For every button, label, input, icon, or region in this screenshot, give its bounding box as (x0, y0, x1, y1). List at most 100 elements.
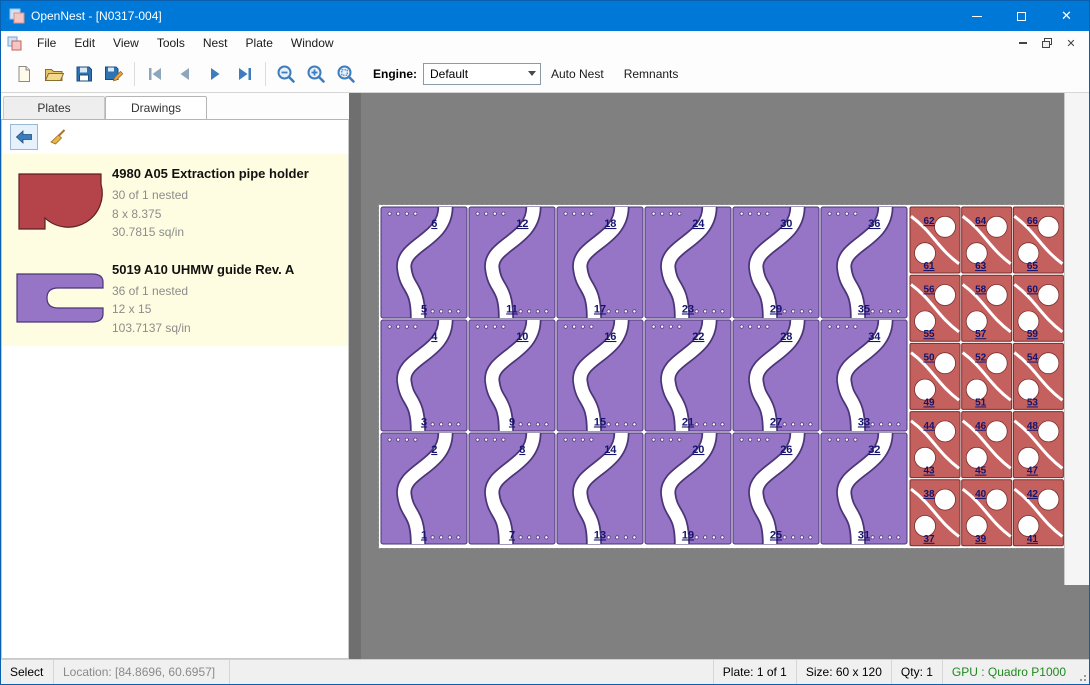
nested-part-pair-purple[interactable]: 3433 (821, 320, 907, 431)
svg-text:62: 62 (923, 216, 935, 227)
maximize-icon (1017, 12, 1026, 21)
nested-part-pair-red[interactable]: 6059 (1013, 275, 1063, 341)
nested-part-pair-purple[interactable]: 2625 (733, 433, 819, 544)
status-separator (229, 660, 230, 684)
plate[interactable]: 6512111817242330293635431091615222128273… (379, 205, 1065, 548)
svg-text:44: 44 (923, 421, 935, 432)
close-button[interactable]: ✕ (1044, 1, 1089, 31)
nested-part-pair-purple[interactable]: 2221 (645, 320, 731, 431)
send-to-plate-button[interactable] (10, 124, 38, 150)
engine-dropdown[interactable]: Default (423, 63, 541, 85)
save-button[interactable] (69, 59, 99, 89)
nested-part-pair-purple[interactable]: 1615 (557, 320, 643, 431)
drawing-item-uhmw-guide[interactable]: 5019 A10 UHMW guide Rev. A 36 of 1 neste… (2, 250, 348, 346)
auto-nest-button[interactable]: Auto Nest (541, 61, 614, 87)
zoom-out-button[interactable] (271, 59, 301, 89)
app-icon (9, 8, 25, 24)
nested-part-pair-red[interactable]: 5857 (962, 275, 1012, 341)
nested-part-pair-purple[interactable]: 21 (381, 433, 467, 544)
svg-text:63: 63 (975, 261, 987, 272)
svg-text:37: 37 (923, 534, 935, 545)
nested-part-pair-purple[interactable]: 65 (381, 207, 467, 318)
nested-parts-layout[interactable]: 6512111817242330293635431091615222128273… (379, 205, 1065, 548)
svg-text:59: 59 (1027, 329, 1039, 340)
nested-part-pair-red[interactable]: 5453 (1013, 343, 1063, 409)
nested-part-pair-red[interactable]: 4241 (1013, 480, 1063, 546)
nested-part-pair-purple[interactable]: 1211 (469, 207, 555, 318)
menu-window[interactable]: Window (282, 33, 343, 53)
zoom-window-button[interactable] (331, 59, 361, 89)
svg-text:55: 55 (923, 329, 935, 340)
drawing-list: 4980 A05 Extraction pipe holder 30 of 1 … (2, 154, 348, 346)
panel-splitter[interactable] (349, 93, 361, 659)
nested-part-pair-red[interactable]: 4847 (1013, 412, 1063, 478)
svg-text:66: 66 (1027, 216, 1039, 227)
nest-canvas[interactable]: 6512111817242330293635431091615222128273… (361, 93, 1089, 659)
content-area: Plates Drawings (1, 93, 1089, 659)
svg-text:14: 14 (604, 444, 617, 456)
drawing-size: 12 x 15 (112, 300, 342, 319)
mdi-close-button[interactable]: ✕ (1059, 33, 1083, 53)
mdi-controls: ✕ (1011, 33, 1089, 53)
menu-edit[interactable]: Edit (65, 33, 104, 53)
drawing-thumbnail (8, 162, 112, 242)
remnants-button[interactable]: Remnants (614, 61, 689, 87)
nested-part-pair-purple[interactable]: 1817 (557, 207, 643, 318)
nested-part-pair-red[interactable]: 4039 (962, 480, 1012, 546)
nav-last-button[interactable] (230, 59, 260, 89)
menu-nest[interactable]: Nest (194, 33, 237, 53)
tab-drawings[interactable]: Drawings (105, 96, 207, 119)
svg-text:46: 46 (975, 421, 987, 432)
nested-part-pair-red[interactable]: 6463 (962, 207, 1012, 273)
nested-part-pair-purple[interactable]: 3029 (733, 207, 819, 318)
nested-part-pair-purple[interactable]: 3635 (821, 207, 907, 318)
svg-text:3: 3 (421, 416, 427, 428)
nested-part-pair-purple[interactable]: 2827 (733, 320, 819, 431)
nested-part-pair-red[interactable]: 4443 (910, 412, 960, 478)
nested-part-pair-purple[interactable]: 1413 (557, 433, 643, 544)
status-location: Location: [84.8696, 60.6957] (54, 660, 229, 684)
vertical-scrollbar[interactable] (1064, 93, 1089, 585)
tab-plates[interactable]: Plates (3, 96, 105, 119)
zoom-in-icon (306, 64, 326, 84)
nested-part-pair-purple[interactable]: 87 (469, 433, 555, 544)
nested-part-pair-red[interactable]: 6261 (910, 207, 960, 273)
svg-text:56: 56 (923, 284, 935, 295)
zoom-in-button[interactable] (301, 59, 331, 89)
svg-text:39: 39 (975, 534, 987, 545)
nested-part-pair-red[interactable]: 6665 (1013, 207, 1063, 273)
nested-part-pair-red[interactable]: 4645 (962, 412, 1012, 478)
nested-part-pair-purple[interactable]: 2019 (645, 433, 731, 544)
drawing-item-extraction-pipe-holder[interactable]: 4980 A05 Extraction pipe holder 30 of 1 … (2, 154, 348, 250)
nav-next-button[interactable] (200, 59, 230, 89)
clear-button[interactable] (44, 124, 72, 150)
nested-part-pair-red[interactable]: 5251 (962, 343, 1012, 409)
mdi-restore-button[interactable] (1035, 33, 1059, 53)
svg-text:15: 15 (594, 416, 606, 428)
main-toolbar: Engine: Default Auto Nest Remnants (1, 55, 1089, 93)
open-button[interactable] (39, 59, 69, 89)
menu-plate[interactable]: Plate (237, 33, 282, 53)
window-title: OpenNest - [N0317-004] (31, 9, 954, 23)
nav-first-button[interactable] (140, 59, 170, 89)
svg-text:22: 22 (692, 331, 704, 343)
menu-tools[interactable]: Tools (148, 33, 194, 53)
status-plate: Plate: 1 of 1 (714, 660, 796, 684)
nested-part-pair-purple[interactable]: 43 (381, 320, 467, 431)
svg-text:2: 2 (431, 444, 437, 456)
menu-file[interactable]: File (28, 33, 65, 53)
mdi-minimize-button[interactable] (1011, 33, 1035, 53)
new-button[interactable] (9, 59, 39, 89)
nested-part-pair-purple[interactable]: 3231 (821, 433, 907, 544)
nested-part-pair-red[interactable]: 56 55 (910, 275, 960, 341)
nav-prev-button[interactable] (170, 59, 200, 89)
nested-part-pair-purple[interactable]: 109 (469, 320, 555, 431)
nested-part-pair-purple[interactable]: 2423 (645, 207, 731, 318)
nested-part-pair-red[interactable]: 3837 (910, 480, 960, 546)
minimize-button[interactable] (954, 1, 999, 31)
save-as-button[interactable] (99, 59, 129, 89)
nested-part-pair-red[interactable]: 5049 (910, 343, 960, 409)
maximize-button[interactable] (999, 1, 1044, 31)
resize-grip[interactable] (1075, 660, 1089, 684)
menu-view[interactable]: View (104, 33, 148, 53)
